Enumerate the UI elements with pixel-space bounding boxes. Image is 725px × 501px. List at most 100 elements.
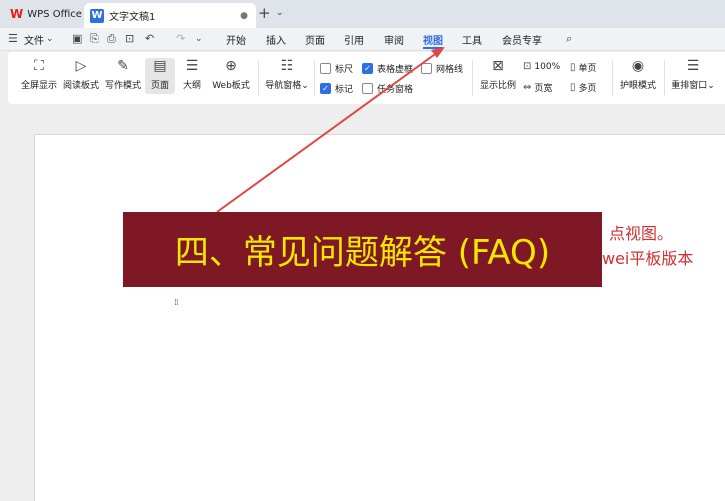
table-gridline-checkbox[interactable]: ✓ 表格虚框: [362, 62, 413, 75]
hamburger-icon[interactable]: ☰: [8, 32, 18, 45]
zoom-button[interactable]: ⊠ 显示比例: [478, 58, 518, 91]
nav-pane-chevron-icon: ⌄: [301, 81, 309, 91]
checkbox-checked-icon: ✓: [362, 63, 373, 74]
page-view-button[interactable]: ▤ 页面: [145, 58, 175, 94]
print-icon[interactable]: ⎙: [107, 32, 116, 46]
zoom-percent-icon: ⊠: [492, 58, 504, 74]
web-layout-button[interactable]: ⊕ Web板式: [210, 58, 252, 91]
page-view-label: 页面: [150, 81, 169, 91]
globe-icon: ⊕: [225, 58, 237, 74]
markup-label: 标记: [335, 85, 354, 95]
outline-button[interactable]: ☰ 大纲: [178, 58, 206, 91]
separator: [612, 60, 613, 96]
print-preview-icon[interactable]: ⊡: [125, 32, 134, 45]
tab-reference[interactable]: 引用: [344, 28, 364, 50]
nav-pane-label: 导航窗格: [265, 81, 302, 91]
tab-document[interactable]: W 文字文稿1 ●: [84, 3, 256, 28]
window-icon: ☰: [686, 58, 700, 74]
checkbox-icon: [362, 83, 373, 94]
multi-page-button[interactable]: ▯ 多页: [570, 81, 597, 94]
nav-pane-icon: ☷: [280, 58, 294, 74]
nav-pane-button[interactable]: ☷ 导航窗格⌄: [264, 58, 310, 91]
menu-file[interactable]: 文件: [24, 28, 44, 50]
chevron-down-icon[interactable]: ⌄: [276, 8, 284, 18]
outline-icon: ☰: [185, 58, 199, 74]
task-pane-checkbox[interactable]: 任务窗格: [362, 82, 413, 95]
fullscreen-label: 全屏显示: [20, 81, 57, 91]
banner-title: 四、常见问题解答 (FAQ): [174, 233, 551, 273]
checkbox-checked-icon: ✓: [320, 83, 331, 94]
drag-handle-icon[interactable]: ⁞⁞: [174, 298, 179, 308]
annotation-text: 点视图。: [609, 224, 674, 243]
new-tab-icon[interactable]: +: [258, 4, 271, 22]
multi-page-label: 多页: [578, 84, 597, 94]
zoom-label: 显示比例: [479, 81, 516, 91]
separator: [258, 60, 259, 96]
page-view-icon: ▤: [153, 58, 167, 74]
fullscreen-icon: ⛶: [34, 58, 44, 74]
zoom-100-label: 100%: [534, 61, 561, 72]
export-icon[interactable]: ⎘: [90, 32, 99, 46]
outline-label: 大纲: [182, 81, 201, 91]
ribbon-toolbar: ⛶ 全屏显示 ▷ 阅读板式 ✎ 写作模式 ▤ 页面 ☰ 大纲 ⊕ Web板式 ☷…: [8, 52, 725, 104]
rearrange-label: 重排窗口: [671, 81, 708, 91]
pen-icon: ✎: [117, 58, 129, 74]
faq-banner: 四、常见问题解答 (FAQ): [123, 212, 602, 287]
eye-icon: ◉: [631, 58, 645, 74]
markup-checkbox[interactable]: ✓ 标记: [320, 82, 353, 95]
unsaved-dot-icon[interactable]: ●: [240, 11, 248, 21]
page-width-label: 页宽: [534, 84, 553, 94]
reading-mode-label: 阅读板式: [62, 81, 99, 91]
zoom-100-icon: ⊡: [523, 61, 532, 72]
gridline-checkbox[interactable]: 网格线: [421, 62, 463, 75]
tab-start[interactable]: 开始: [226, 28, 246, 50]
rearrange-window-button[interactable]: ☰ 重排窗口⌄: [670, 58, 716, 91]
ruler-checkbox[interactable]: 标尺: [320, 62, 353, 75]
rearrange-chevron-icon: ⌄: [707, 81, 715, 91]
annotation-text: wei平板版本: [602, 249, 694, 268]
single-page-icon: ▯: [570, 62, 576, 73]
separator: [314, 60, 315, 96]
tab-document-label: 文字文稿1: [109, 12, 156, 23]
undo-icon[interactable]: ↶: [145, 32, 154, 45]
zoom-100-button[interactable]: ⊡ 100%: [523, 61, 560, 72]
writing-mode-button[interactable]: ✎ 写作模式: [104, 58, 142, 91]
single-page-button[interactable]: ▯ 单页: [570, 61, 597, 74]
tab-wps-office[interactable]: W WPS Office: [4, 3, 86, 25]
task-pane-label: 任务窗格: [377, 85, 414, 95]
file-chevron-icon[interactable]: ⌄: [46, 34, 54, 44]
fullscreen-button[interactable]: ⛶ 全屏显示: [20, 58, 58, 91]
page-width-button[interactable]: ⇔ 页宽: [523, 81, 552, 94]
tab-review[interactable]: 审阅: [384, 28, 404, 50]
multi-page-icon: ▯: [570, 82, 576, 93]
search-icon[interactable]: ⌕: [566, 32, 572, 46]
menu-bar: ☰ 文件 ⌄ ▣ ⎘ ⎙ ⊡ ↶ ↷ ⌄ 开始 插入 页面 引用 审阅 视图 工…: [0, 28, 725, 51]
reading-icon: ▷: [75, 58, 87, 74]
eye-mode-label: 护眼模式: [619, 81, 656, 91]
eye-mode-button[interactable]: ◉ 护眼模式: [618, 58, 658, 91]
title-bar: W WPS Office W 文字文稿1 ● + ⌄: [0, 0, 725, 28]
tab-page[interactable]: 页面: [305, 28, 325, 50]
single-page-label: 单页: [578, 64, 597, 74]
reading-mode-button[interactable]: ▷ 阅读板式: [62, 58, 100, 91]
ruler-label: 标尺: [335, 65, 354, 75]
word-doc-icon: W: [90, 8, 104, 23]
tab-view[interactable]: 视图: [423, 28, 443, 50]
web-layout-label: Web板式: [212, 81, 250, 91]
redo-icon[interactable]: ↷: [176, 32, 185, 45]
document-page[interactable]: [34, 134, 725, 501]
checkbox-icon: [320, 63, 331, 74]
writing-mode-label: 写作模式: [104, 81, 141, 91]
page-width-icon: ⇔: [523, 82, 532, 93]
table-gridline-label: 表格虚框: [377, 65, 414, 75]
separator: [472, 60, 473, 96]
gridline-label: 网格线: [436, 65, 464, 75]
tab-tools[interactable]: 工具: [462, 28, 482, 50]
save-icon[interactable]: ▣: [72, 32, 82, 45]
tab-wps-label: WPS Office: [27, 8, 82, 20]
wps-logo-icon: W: [10, 7, 24, 21]
more-chevron-icon[interactable]: ⌄: [195, 34, 203, 44]
tab-member[interactable]: 会员专享: [502, 28, 542, 50]
checkbox-icon: [421, 63, 432, 74]
tab-insert[interactable]: 插入: [266, 28, 286, 50]
